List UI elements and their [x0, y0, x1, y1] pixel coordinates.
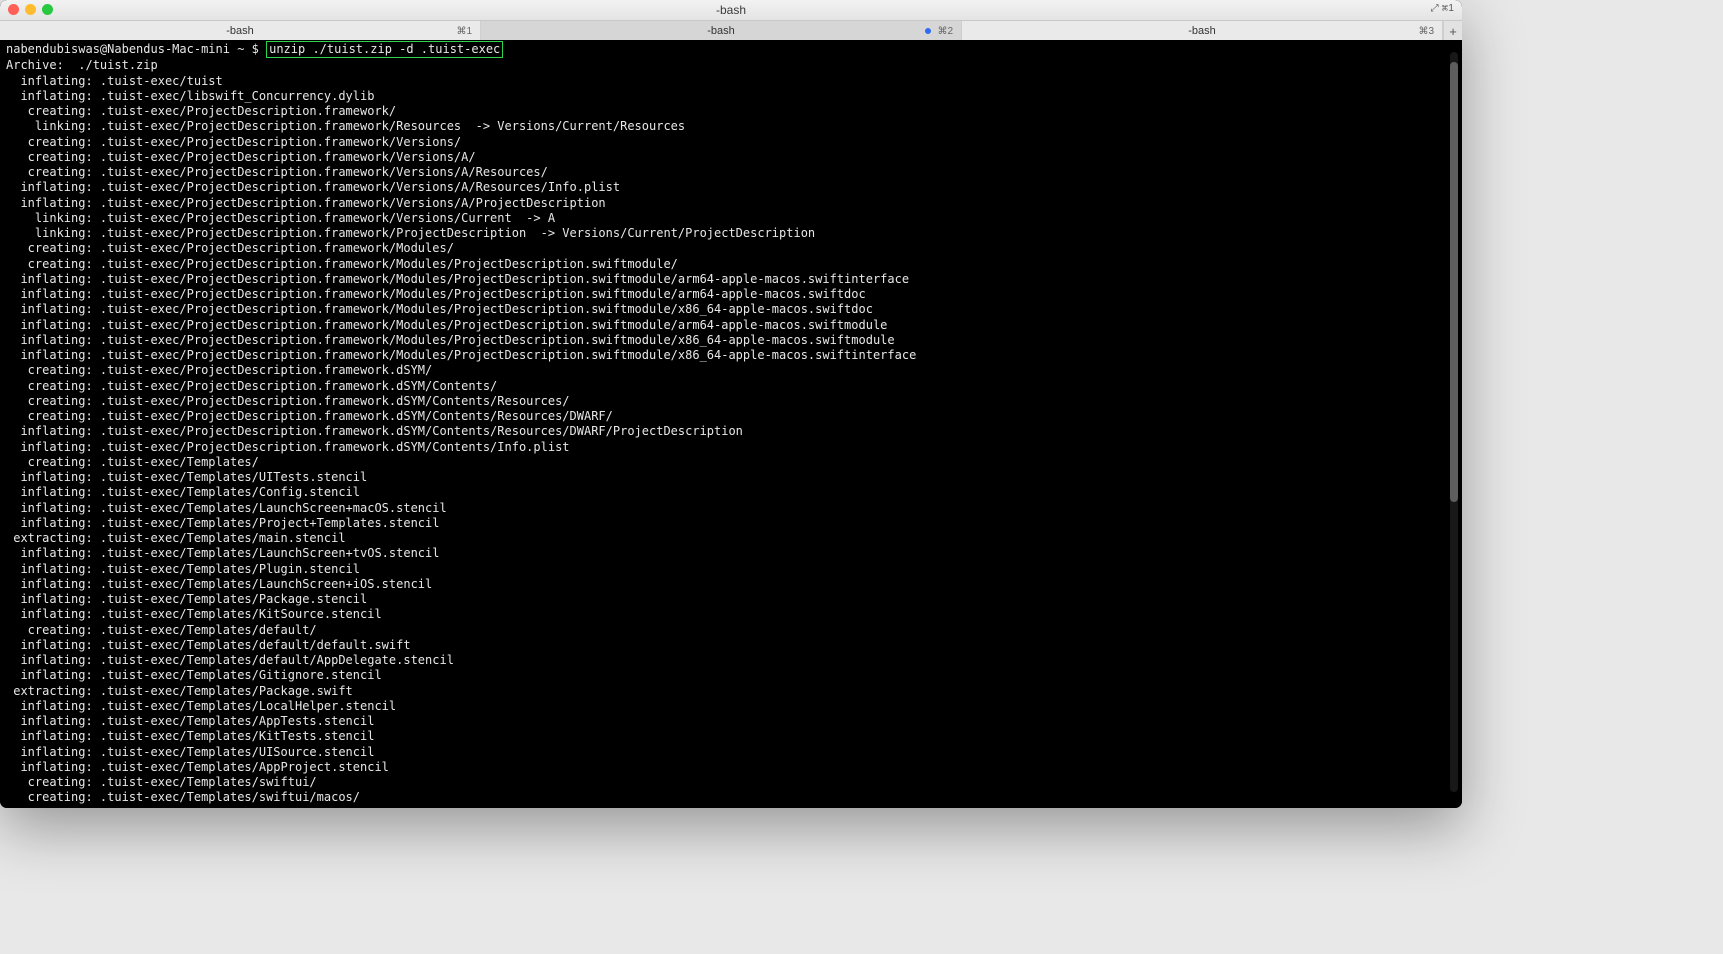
window-title: -bash — [716, 3, 746, 17]
tabbar: -bash ⌘1 -bash ⌘2 -bash ⌘3 + — [0, 21, 1462, 42]
titlebar-right[interactable]: ⤢ ⌘1 — [1431, 3, 1454, 14]
tab-shortcut: ⌘3 — [1418, 26, 1434, 37]
plus-icon: + — [1449, 24, 1457, 39]
tab-label: -bash — [226, 25, 254, 37]
maximize-icon[interactable] — [42, 4, 53, 15]
scrollbar-thumb[interactable] — [1450, 62, 1458, 502]
traffic-lights — [8, 4, 53, 15]
tab-label: -bash — [1188, 25, 1216, 37]
tab-3[interactable]: -bash ⌘3 — [962, 21, 1443, 41]
tab-2[interactable]: -bash ⌘2 — [481, 21, 962, 41]
minimize-icon[interactable] — [25, 4, 36, 15]
terminal-output[interactable]: nabendubiswas@Nabendus-Mac-mini ~ $ unzi… — [0, 40, 1462, 808]
output-lines: Archive: ./tuist.zip inflating: .tuist-e… — [6, 58, 1456, 805]
titlebar[interactable]: -bash ⤢ ⌘1 — [0, 0, 1462, 21]
new-tab-button[interactable]: + — [1443, 21, 1462, 41]
tab-label: -bash — [707, 25, 735, 37]
scrollbar-track[interactable] — [1450, 52, 1458, 792]
prompt: nabendubiswas@Nabendus-Mac-mini ~ $ unzi… — [6, 41, 503, 58]
tab-shortcut: ⌘2 — [937, 26, 953, 37]
command: unzip ./tuist.zip -d .tuist-exec — [266, 41, 503, 58]
tab-shortcut: ⌘1 — [456, 26, 472, 37]
terminal-window: -bash ⤢ ⌘1 -bash ⌘1 -bash ⌘2 -bash ⌘3 + … — [0, 0, 1462, 808]
expand-icon[interactable]: ⤢ ⌘1 — [1431, 3, 1454, 14]
tab-1[interactable]: -bash ⌘1 — [0, 21, 481, 41]
close-icon[interactable] — [8, 4, 19, 15]
activity-dot-icon — [925, 28, 931, 34]
prompt-text: nabendubiswas@Nabendus-Mac-mini ~ $ — [6, 42, 266, 56]
